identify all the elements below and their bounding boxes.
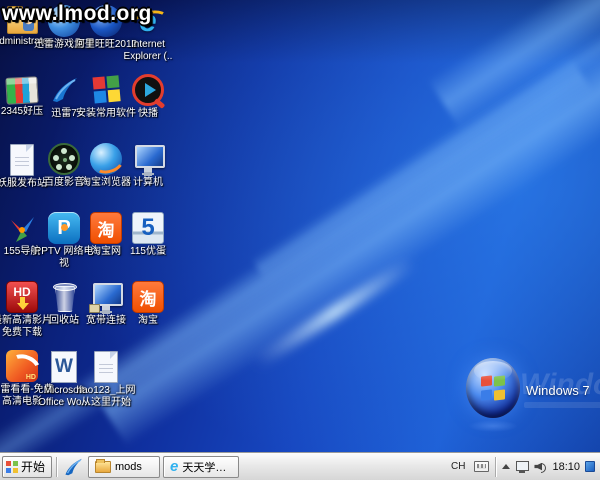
desktop-icon-broadband-connection[interactable]: 宽带连接 bbox=[85, 281, 127, 350]
windows7-label: Windows 7 bbox=[526, 383, 590, 398]
desktop-icon-label: 淘宝浏览器 bbox=[81, 177, 131, 189]
broadband-connection-icon bbox=[90, 281, 122, 313]
speaker-icon[interactable] bbox=[534, 461, 547, 473]
2345-haozip-icon bbox=[5, 76, 38, 105]
desktop-icon-install-common-software[interactable]: 安装常用软件 bbox=[85, 74, 127, 143]
wallpaper-ghost-subtext-bar bbox=[524, 402, 600, 408]
desktop-icon-115-youdan[interactable]: 5 115优蛋 bbox=[127, 212, 169, 281]
desktop-icon-label: 妖服发布站 bbox=[0, 178, 47, 190]
ime-language-indicator[interactable]: CH bbox=[447, 458, 469, 475]
tray-separator bbox=[495, 457, 496, 477]
show-hidden-icons-chevron[interactable] bbox=[502, 464, 510, 469]
xunlei-kankan-icon: HD bbox=[6, 350, 38, 382]
taobao-browser-icon bbox=[90, 143, 122, 175]
taskbar-task-tiantianxuexi[interactable]: e 天天学习 -... bbox=[163, 456, 239, 478]
windows-orb-logo bbox=[466, 358, 520, 418]
quick-launch-thunder-icon[interactable] bbox=[61, 455, 85, 479]
desktop-icon-label: 淘宝网 bbox=[91, 246, 121, 258]
screen: www.lmod.org Administrator迅雷游戏盒子阿里旺旺2012… bbox=[0, 0, 600, 480]
desktop-icon-2345-haozip[interactable]: 2345好压 bbox=[1, 74, 43, 143]
desktop-icons-grid: Administrator迅雷游戏盒子阿里旺旺2012eInternet Exp… bbox=[1, 5, 169, 419]
desktop-icon-label: 2345好压 bbox=[1, 106, 43, 118]
windows-flag-icon bbox=[6, 461, 18, 473]
desktop-icon-yaofu-release-site[interactable]: 妖服发布站 bbox=[1, 143, 43, 212]
desktop[interactable]: www.lmod.org Administrator迅雷游戏盒子阿里旺旺2012… bbox=[0, 0, 600, 452]
xunlei-7-icon bbox=[48, 74, 80, 106]
baidu-yingyin-icon bbox=[48, 143, 80, 175]
155-daohang-icon bbox=[6, 212, 38, 244]
desktop-icon-taobao[interactable]: 淘淘宝 bbox=[127, 281, 169, 350]
desktop-icon-qvod-player[interactable]: 快播 bbox=[127, 74, 169, 143]
ie-icon: e bbox=[170, 459, 178, 474]
desktop-icon-label: 回收站 bbox=[49, 315, 79, 327]
desktop-icon-baidu-yingyin[interactable]: 百度影音 bbox=[43, 143, 85, 212]
install-common-software-icon bbox=[90, 74, 122, 106]
hd-movie-download-icon: HD bbox=[6, 281, 38, 313]
wallpaper-highlight-streak bbox=[252, 254, 419, 369]
watermark-text: www.lmod.org bbox=[2, 2, 152, 26]
taobao-wang-icon: 淘 bbox=[90, 212, 122, 244]
ms-office-word-icon: W bbox=[51, 351, 77, 383]
orb-reflection bbox=[468, 420, 518, 432]
start-button-label: 开始 bbox=[21, 458, 45, 475]
desktop-icon-label: 快播 bbox=[138, 108, 158, 120]
network-icon[interactable] bbox=[515, 461, 529, 473]
computer-icon bbox=[132, 143, 164, 175]
desktop-icon-taobao-wang[interactable]: 淘淘宝网 bbox=[85, 212, 127, 281]
desktop-icon-xunlei-kankan[interactable]: HD迅雷看看-免费 高清电影 bbox=[1, 350, 43, 419]
desktop-icon-label: 计算机 bbox=[133, 177, 163, 189]
115-youdan-icon: 5 bbox=[132, 212, 164, 244]
clock[interactable]: 18:10 bbox=[552, 461, 580, 473]
desktop-icon-label: 淘宝 bbox=[138, 315, 158, 327]
qvod-player-icon bbox=[132, 74, 164, 106]
desktop-icon-label: 百度影音 bbox=[44, 177, 84, 189]
desktop-icon-hd-movie-download[interactable]: HD最新高清影片 免费下载 bbox=[1, 281, 43, 350]
desktop-icon-recycle-bin[interactable]: 回收站 bbox=[43, 281, 85, 350]
taobao-icon: 淘 bbox=[132, 281, 164, 313]
recycle-bin-icon bbox=[48, 281, 80, 313]
desktop-icon-hao123[interactable]: hao123_上网 从这里开始 bbox=[85, 350, 127, 419]
show-desktop-button[interactable] bbox=[585, 461, 595, 472]
wallpaper-streak bbox=[251, 0, 600, 280]
taskbar: 开始 mods e 天天学习 -... CH 18:10 bbox=[0, 452, 600, 480]
task-label: mods bbox=[115, 461, 142, 473]
desktop-icon-label: 迅雷7 bbox=[51, 108, 77, 120]
desktop-icon-pptv-network-tv[interactable]: PPPTV 网络电 视 bbox=[43, 212, 85, 281]
start-button[interactable]: 开始 bbox=[2, 456, 52, 478]
folder-icon bbox=[95, 461, 111, 473]
system-tray: CH 18:10 bbox=[447, 453, 598, 480]
pptv-network-tv-icon: P bbox=[48, 212, 80, 244]
wallpaper-streak bbox=[428, 0, 600, 130]
desktop-icon-label: 115优蛋 bbox=[130, 246, 166, 258]
hao123-icon bbox=[94, 351, 118, 383]
desktop-icon-label: Internet Explorer (.. bbox=[124, 39, 173, 63]
desktop-icon-label: 宽带连接 bbox=[86, 315, 126, 327]
taskbar-separator bbox=[56, 457, 57, 477]
desktop-icon-taobao-browser[interactable]: 淘宝浏览器 bbox=[85, 143, 127, 212]
yaofu-release-site-icon bbox=[10, 144, 34, 176]
task-label: 天天学习 -... bbox=[182, 459, 232, 475]
keyboard-icon[interactable] bbox=[474, 461, 489, 472]
windows-flag-icon bbox=[481, 376, 505, 400]
taskbar-task-mods[interactable]: mods bbox=[88, 456, 160, 478]
desktop-icon-label: hao123_上网 从这里开始 bbox=[77, 385, 136, 409]
desktop-icon-computer[interactable]: 计算机 bbox=[127, 143, 169, 212]
